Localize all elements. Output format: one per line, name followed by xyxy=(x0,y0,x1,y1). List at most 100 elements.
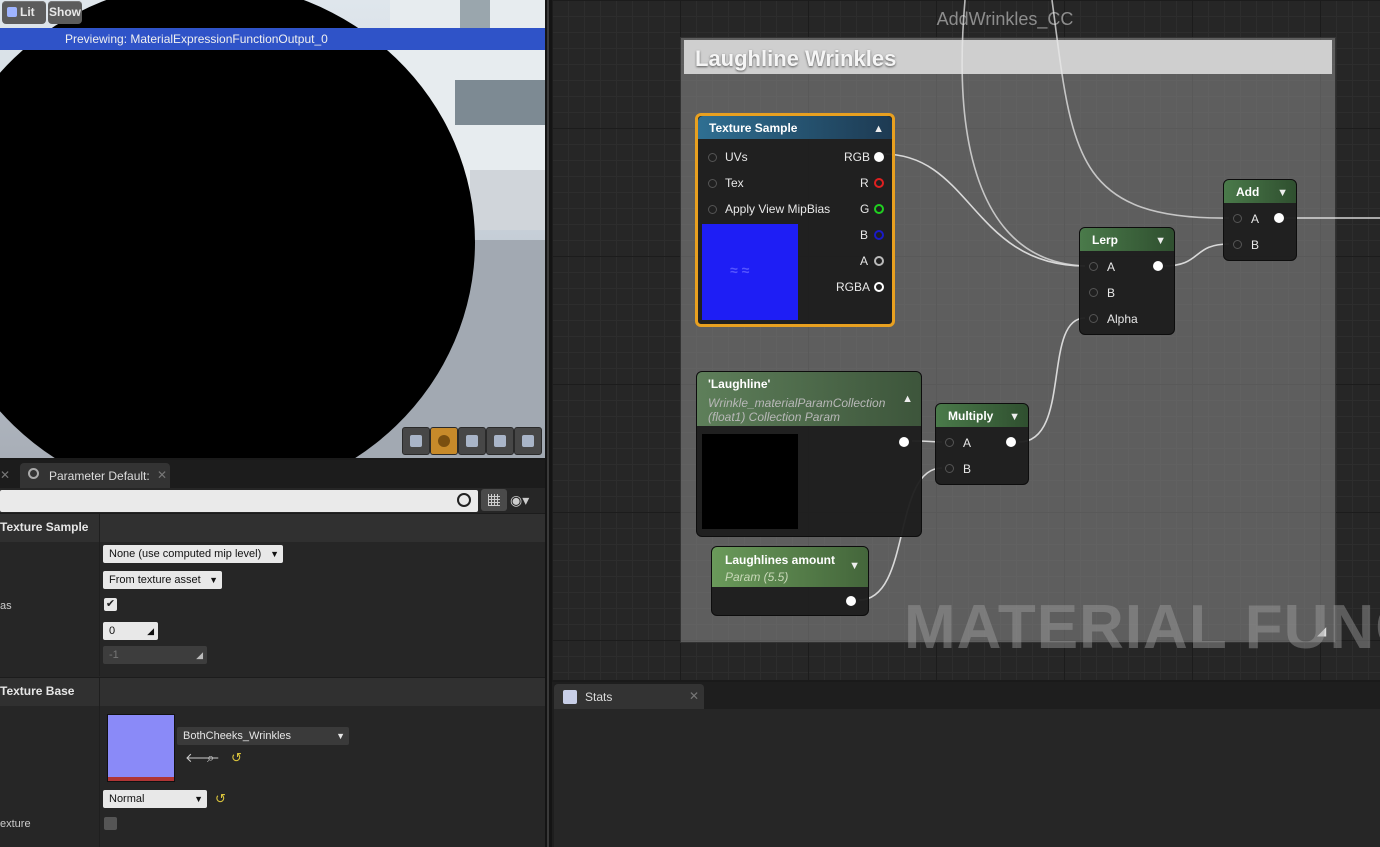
lerp-node[interactable]: Lerp ▼ A B Alpha xyxy=(1079,227,1175,335)
browse-magnifier-icon[interactable]: ⌕ xyxy=(207,750,214,766)
sphere-preview-button[interactable] xyxy=(430,427,458,455)
g-output-pin[interactable] xyxy=(874,204,884,214)
texture-sample-node[interactable]: Texture Sample ▲ UVs Tex Apply View MipB… xyxy=(695,113,895,327)
preview-sphere xyxy=(0,0,475,458)
rgb-output-pin[interactable] xyxy=(874,152,884,162)
mipbias-input-pin[interactable] xyxy=(708,205,717,214)
tab-stats[interactable]: Stats ✕ xyxy=(554,684,704,709)
background-building-2 xyxy=(470,170,545,230)
collapse-icon[interactable]: ▼ xyxy=(849,560,860,572)
reset-to-default-icon[interactable]: ↺ xyxy=(215,791,226,807)
collection-param-node[interactable]: 'Laughline' Wrinkle_materialParamCollect… xyxy=(696,371,922,537)
grid-icon xyxy=(488,494,500,506)
is-default-texture-label: exture xyxy=(0,818,31,830)
collapse-icon[interactable]: ▲ xyxy=(902,393,913,405)
tex-input-pin[interactable] xyxy=(708,179,717,188)
sphere-icon xyxy=(438,435,450,447)
texture-thumbnail[interactable] xyxy=(107,714,175,782)
node-header[interactable]: Multiply ▼ xyxy=(936,404,1028,427)
node-header[interactable]: Texture Sample ▲ xyxy=(698,116,892,139)
close-icon[interactable]: ✕ xyxy=(0,468,10,482)
sampler-source-dropdown[interactable]: From texture asset ▼ xyxy=(103,571,222,589)
caret-down-icon: ▼ xyxy=(336,731,345,741)
eye-view-options-icon[interactable]: ◉▾ xyxy=(510,492,529,509)
scalar-output-pin[interactable] xyxy=(846,596,856,606)
cube-preview-button[interactable] xyxy=(486,427,514,455)
details-panel: ✕ Parameter Default: ✕ ◉▾ Texture Sample… xyxy=(0,460,545,847)
tab-label: Stats xyxy=(585,690,613,704)
add-b-input-pin[interactable] xyxy=(1233,240,1242,249)
previewing-text: Previewing: MaterialExpressionFunctionOu… xyxy=(65,32,328,46)
caret-down-icon: ▼ xyxy=(270,549,279,559)
uvs-input-pin[interactable] xyxy=(708,153,717,162)
panel-splitter[interactable] xyxy=(545,0,552,847)
stats-content xyxy=(554,709,1380,847)
material-preview-viewport[interactable]: Lit Show Previewing: MaterialExpressionF… xyxy=(0,0,545,458)
category-texture-base[interactable]: Texture Base xyxy=(0,677,545,706)
mip-value-mode-dropdown[interactable]: None (use computed mip level) ▼ xyxy=(103,545,283,563)
show-button[interactable]: Show xyxy=(48,1,82,24)
details-search-input[interactable] xyxy=(0,490,478,512)
rgba-output-pin[interactable] xyxy=(874,282,884,292)
custom-mesh-preview-button[interactable] xyxy=(514,427,542,455)
lerp-alpha-input-pin[interactable] xyxy=(1089,314,1098,323)
plane-preview-button[interactable] xyxy=(458,427,486,455)
lit-button[interactable]: Lit xyxy=(2,1,46,24)
multiply-node[interactable]: Multiply ▼ A B xyxy=(935,403,1029,485)
is-default-texture-checkbox[interactable] xyxy=(104,817,117,830)
param-output-pin[interactable] xyxy=(899,437,909,447)
material-graph-canvas[interactable]: AddWrinkles_CC Laughline Wrinkles ◢ MATE… xyxy=(552,0,1380,680)
close-icon[interactable]: ✕ xyxy=(157,468,167,482)
add-output-pin[interactable] xyxy=(1274,213,1284,223)
cylinder-icon xyxy=(410,435,422,447)
texture-sample-properties: None (use computed mip level) ▼ From text… xyxy=(0,542,545,676)
details-tab-bar: ✕ Parameter Default: ✕ xyxy=(0,460,545,488)
collapse-icon[interactable]: ▲ xyxy=(873,123,884,135)
cube-icon xyxy=(494,435,506,447)
scalar-param-node[interactable]: Laughlines amount Param (5.5) ▼ xyxy=(711,546,869,616)
b-output-pin[interactable] xyxy=(874,230,884,240)
add-a-input-pin[interactable] xyxy=(1233,214,1242,223)
collapse-icon[interactable]: ▼ xyxy=(1277,187,1288,199)
lerp-a-input-pin[interactable] xyxy=(1089,262,1098,271)
category-title: Texture Base xyxy=(0,684,75,698)
multiply-b-input-pin[interactable] xyxy=(945,464,954,473)
param-preview-swatch xyxy=(702,434,798,529)
lerp-output-pin[interactable] xyxy=(1153,261,1163,271)
apply-view-mipbias-label: as xyxy=(0,600,12,612)
multiply-output-pin[interactable] xyxy=(1006,437,1016,447)
collapse-icon[interactable]: ▼ xyxy=(1009,411,1020,423)
stats-icon xyxy=(563,690,577,704)
node-header[interactable]: 'Laughline' Wrinkle_materialParamCollect… xyxy=(697,372,921,426)
tab-parameter-defaults[interactable]: Parameter Default: ✕ xyxy=(20,463,170,488)
use-selected-arrow-icon[interactable]: 🡐 xyxy=(185,750,220,766)
texture-asset-picker[interactable]: BothCheeks_Wrinkles ▼ xyxy=(177,727,349,745)
close-icon[interactable]: ✕ xyxy=(689,689,699,703)
a-output-pin[interactable] xyxy=(874,256,884,266)
texture-preview-thumbnail: ≈ ≈ xyxy=(702,224,798,320)
search-icon[interactable] xyxy=(457,493,471,507)
r-output-pin[interactable] xyxy=(874,178,884,188)
stats-panel: Stats ✕ xyxy=(552,682,1380,847)
node-header[interactable]: Lerp ▼ xyxy=(1080,228,1174,251)
property-matrix-button[interactable] xyxy=(481,489,507,511)
plane-icon xyxy=(466,435,478,447)
multiply-a-input-pin[interactable] xyxy=(945,438,954,447)
lerp-b-input-pin[interactable] xyxy=(1089,288,1098,297)
reset-to-default-icon[interactable]: ↺ xyxy=(231,750,242,766)
cylinder-preview-button[interactable] xyxy=(402,427,430,455)
wrinkle-pattern-icon: ≈ ≈ xyxy=(730,262,750,278)
category-title: Texture Sample xyxy=(0,520,89,534)
collapse-icon[interactable]: ▼ xyxy=(1155,235,1166,247)
apply-view-mipbias-checkbox[interactable]: ✔ xyxy=(104,598,117,611)
node-header[interactable]: Add ▼ xyxy=(1224,180,1296,203)
add-node[interactable]: Add ▼ A B xyxy=(1223,179,1297,261)
preview-status-bar: Previewing: MaterialExpressionFunctionOu… xyxy=(0,28,545,50)
cube-icon xyxy=(7,7,17,17)
tab-label: Parameter Default: xyxy=(49,469,150,483)
resize-handle-icon: ◢ xyxy=(196,650,203,660)
category-texture-sample[interactable]: Texture Sample xyxy=(0,513,545,542)
sampler-type-dropdown[interactable]: Normal ▼ xyxy=(103,790,207,808)
const-coordinate-field[interactable]: 0 ◢ xyxy=(103,622,158,640)
node-header[interactable]: Laughlines amount Param (5.5) ▼ xyxy=(712,547,868,587)
